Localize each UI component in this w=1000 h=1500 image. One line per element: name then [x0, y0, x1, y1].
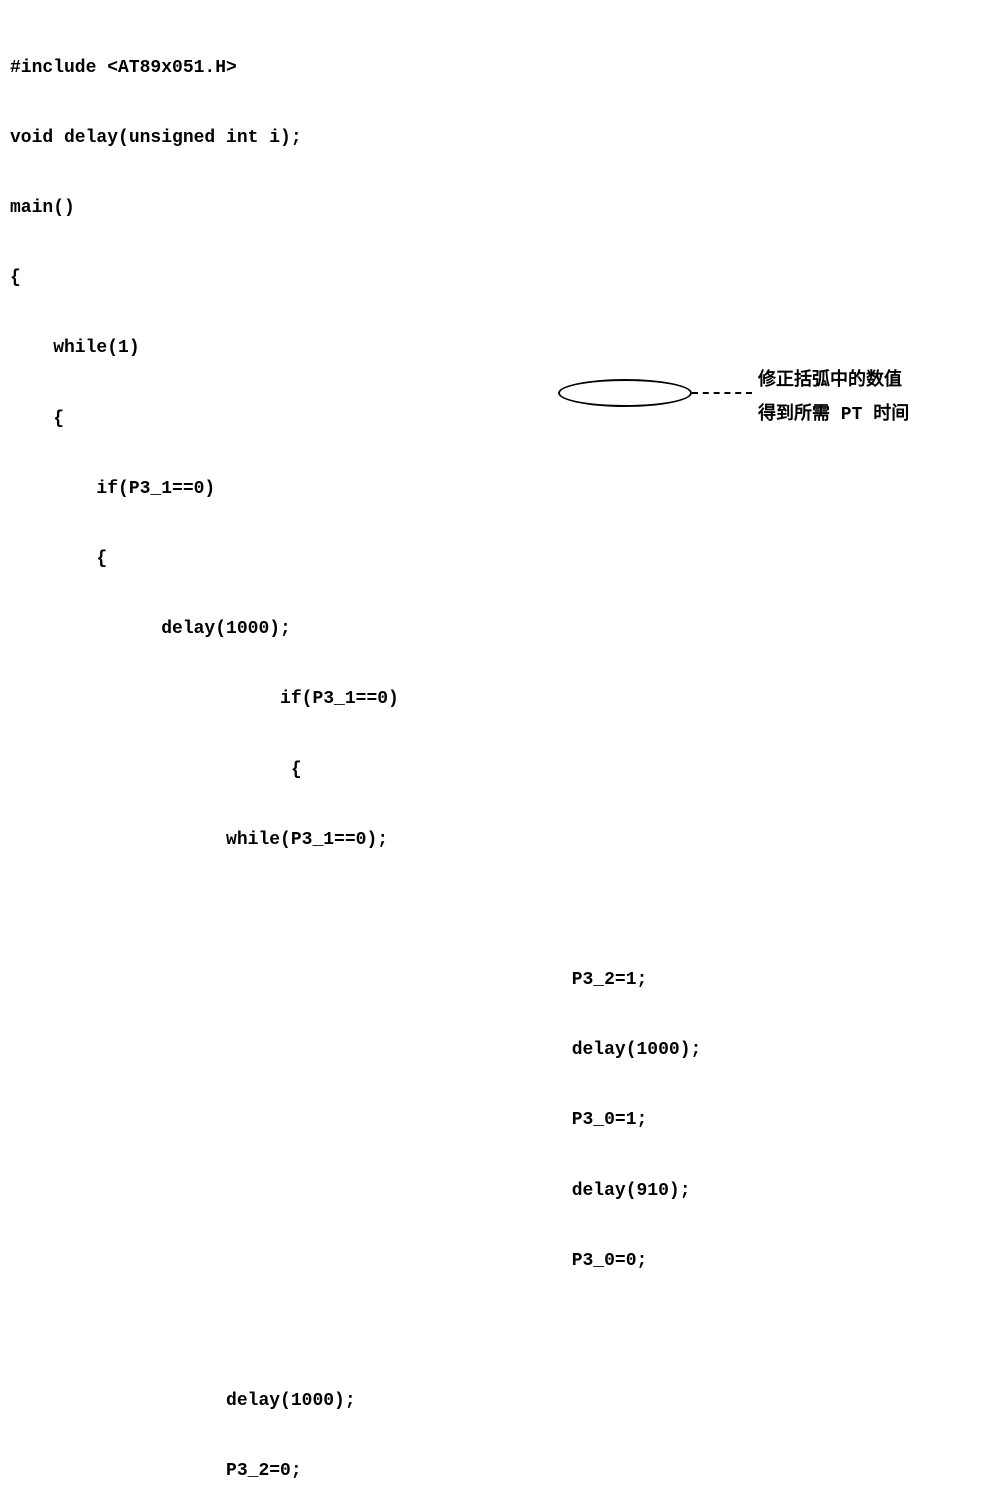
code-line: void delay(unsigned int i);	[10, 127, 990, 150]
code-line: delay(1000);	[10, 1039, 990, 1062]
code-line	[10, 1320, 990, 1343]
annotation-line-2: 得到所需 PT 时间	[758, 404, 909, 427]
code-line: delay(910);	[10, 1180, 990, 1203]
code-line	[10, 899, 990, 922]
code-line: {	[10, 267, 990, 290]
annotation-connector	[692, 392, 752, 394]
code-line: delay(1000);	[10, 1390, 990, 1413]
code-line: delay(1000);	[10, 618, 990, 641]
annotation-line-1: 修正括弧中的数值	[758, 370, 902, 393]
code-line: P3_2=1;	[10, 969, 990, 992]
code-line: if(P3_1==0)	[10, 688, 990, 711]
code-line: #include <AT89x051.H>	[10, 57, 990, 80]
code-block: #include <AT89x051.H> void delay(unsigne…	[10, 10, 990, 1500]
code-line: while(P3_1==0);	[10, 829, 990, 852]
code-line: P3_2=0;	[10, 1460, 990, 1483]
code-line: main()	[10, 197, 990, 220]
code-line: P3_0=1;	[10, 1109, 990, 1132]
code-line: while(1)	[10, 337, 990, 360]
code-line: P3_0=0;	[10, 1250, 990, 1273]
code-line: if(P3_1==0)	[10, 478, 990, 501]
code-line: {	[10, 759, 990, 782]
code-line: {	[10, 548, 990, 571]
